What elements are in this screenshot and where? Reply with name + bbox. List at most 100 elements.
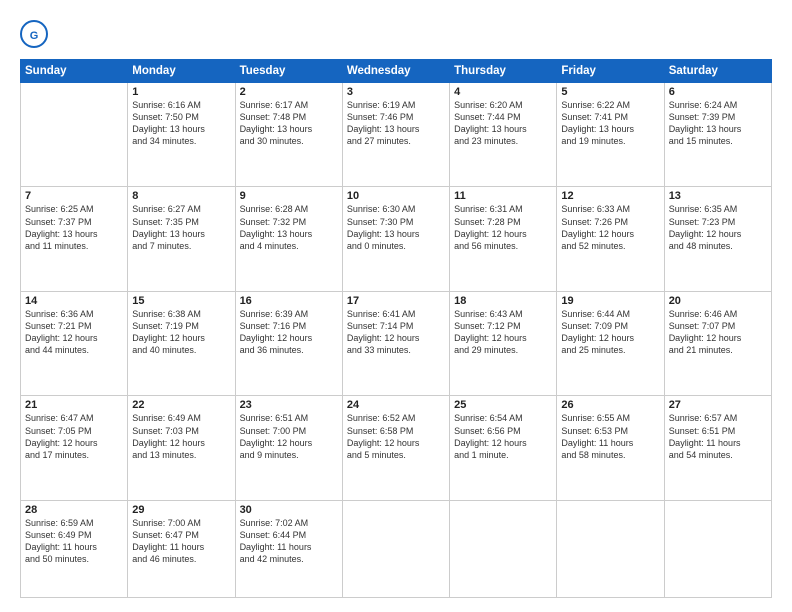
day-number: 5 [561, 86, 659, 98]
calendar-cell: 5Sunrise: 6:22 AM Sunset: 7:41 PM Daylig… [557, 83, 664, 187]
weekday-header-sunday: Sunday [21, 60, 128, 83]
cell-info: Sunrise: 6:47 AM Sunset: 7:05 PM Dayligh… [25, 412, 123, 461]
calendar-cell: 21Sunrise: 6:47 AM Sunset: 7:05 PM Dayli… [21, 396, 128, 500]
day-number: 3 [347, 86, 445, 98]
calendar-cell: 16Sunrise: 6:39 AM Sunset: 7:16 PM Dayli… [235, 291, 342, 395]
cell-info: Sunrise: 6:43 AM Sunset: 7:12 PM Dayligh… [454, 308, 552, 357]
svg-text:G: G [30, 30, 39, 42]
logo: G [20, 20, 50, 53]
cell-info: Sunrise: 6:51 AM Sunset: 7:00 PM Dayligh… [240, 412, 338, 461]
day-number: 10 [347, 190, 445, 202]
weekday-header-thursday: Thursday [450, 60, 557, 83]
cell-info: Sunrise: 6:57 AM Sunset: 6:51 PM Dayligh… [669, 412, 767, 461]
day-number: 7 [25, 190, 123, 202]
calendar-cell: 19Sunrise: 6:44 AM Sunset: 7:09 PM Dayli… [557, 291, 664, 395]
cell-info: Sunrise: 6:35 AM Sunset: 7:23 PM Dayligh… [669, 203, 767, 252]
day-number: 27 [669, 399, 767, 411]
calendar-cell: 2Sunrise: 6:17 AM Sunset: 7:48 PM Daylig… [235, 83, 342, 187]
day-number: 11 [454, 190, 552, 202]
calendar-cell: 17Sunrise: 6:41 AM Sunset: 7:14 PM Dayli… [342, 291, 449, 395]
cell-info: Sunrise: 6:30 AM Sunset: 7:30 PM Dayligh… [347, 203, 445, 252]
day-number: 12 [561, 190, 659, 202]
cell-info: Sunrise: 6:39 AM Sunset: 7:16 PM Dayligh… [240, 308, 338, 357]
cell-info: Sunrise: 6:20 AM Sunset: 7:44 PM Dayligh… [454, 99, 552, 148]
calendar-header-row: SundayMondayTuesdayWednesdayThursdayFrid… [21, 60, 772, 83]
cell-info: Sunrise: 6:36 AM Sunset: 7:21 PM Dayligh… [25, 308, 123, 357]
calendar-cell: 18Sunrise: 6:43 AM Sunset: 7:12 PM Dayli… [450, 291, 557, 395]
calendar-week-row: 1Sunrise: 6:16 AM Sunset: 7:50 PM Daylig… [21, 83, 772, 187]
calendar-cell: 14Sunrise: 6:36 AM Sunset: 7:21 PM Dayli… [21, 291, 128, 395]
day-number: 8 [132, 190, 230, 202]
calendar-cell: 15Sunrise: 6:38 AM Sunset: 7:19 PM Dayli… [128, 291, 235, 395]
calendar-week-row: 28Sunrise: 6:59 AM Sunset: 6:49 PM Dayli… [21, 500, 772, 597]
calendar-cell: 1Sunrise: 6:16 AM Sunset: 7:50 PM Daylig… [128, 83, 235, 187]
cell-info: Sunrise: 7:00 AM Sunset: 6:47 PM Dayligh… [132, 517, 230, 566]
day-number: 13 [669, 190, 767, 202]
calendar-week-row: 21Sunrise: 6:47 AM Sunset: 7:05 PM Dayli… [21, 396, 772, 500]
calendar-week-row: 14Sunrise: 6:36 AM Sunset: 7:21 PM Dayli… [21, 291, 772, 395]
logo-graphic: G [20, 20, 48, 53]
day-number: 28 [25, 504, 123, 516]
calendar-cell: 29Sunrise: 7:00 AM Sunset: 6:47 PM Dayli… [128, 500, 235, 597]
calendar-cell: 10Sunrise: 6:30 AM Sunset: 7:30 PM Dayli… [342, 187, 449, 291]
calendar-table: SundayMondayTuesdayWednesdayThursdayFrid… [20, 59, 772, 598]
day-number: 29 [132, 504, 230, 516]
day-number: 26 [561, 399, 659, 411]
cell-info: Sunrise: 6:44 AM Sunset: 7:09 PM Dayligh… [561, 308, 659, 357]
cell-info: Sunrise: 6:52 AM Sunset: 6:58 PM Dayligh… [347, 412, 445, 461]
calendar-cell: 24Sunrise: 6:52 AM Sunset: 6:58 PM Dayli… [342, 396, 449, 500]
day-number: 1 [132, 86, 230, 98]
cell-info: Sunrise: 6:24 AM Sunset: 7:39 PM Dayligh… [669, 99, 767, 148]
cell-info: Sunrise: 6:49 AM Sunset: 7:03 PM Dayligh… [132, 412, 230, 461]
calendar-cell: 12Sunrise: 6:33 AM Sunset: 7:26 PM Dayli… [557, 187, 664, 291]
calendar-cell: 22Sunrise: 6:49 AM Sunset: 7:03 PM Dayli… [128, 396, 235, 500]
calendar-cell [664, 500, 771, 597]
calendar-cell [21, 83, 128, 187]
cell-info: Sunrise: 6:46 AM Sunset: 7:07 PM Dayligh… [669, 308, 767, 357]
calendar-cell [450, 500, 557, 597]
day-number: 25 [454, 399, 552, 411]
day-number: 24 [347, 399, 445, 411]
calendar-cell: 11Sunrise: 6:31 AM Sunset: 7:28 PM Dayli… [450, 187, 557, 291]
day-number: 2 [240, 86, 338, 98]
page: G SundayMondayTuesdayWednesdayThursdayFr… [0, 0, 792, 612]
calendar-week-row: 7Sunrise: 6:25 AM Sunset: 7:37 PM Daylig… [21, 187, 772, 291]
cell-info: Sunrise: 7:02 AM Sunset: 6:44 PM Dayligh… [240, 517, 338, 566]
cell-info: Sunrise: 6:17 AM Sunset: 7:48 PM Dayligh… [240, 99, 338, 148]
cell-info: Sunrise: 6:28 AM Sunset: 7:32 PM Dayligh… [240, 203, 338, 252]
calendar-cell: 20Sunrise: 6:46 AM Sunset: 7:07 PM Dayli… [664, 291, 771, 395]
calendar-cell: 3Sunrise: 6:19 AM Sunset: 7:46 PM Daylig… [342, 83, 449, 187]
day-number: 20 [669, 295, 767, 307]
header: G [20, 18, 772, 53]
day-number: 18 [454, 295, 552, 307]
calendar-cell: 6Sunrise: 6:24 AM Sunset: 7:39 PM Daylig… [664, 83, 771, 187]
weekday-header-tuesday: Tuesday [235, 60, 342, 83]
day-number: 4 [454, 86, 552, 98]
cell-info: Sunrise: 6:19 AM Sunset: 7:46 PM Dayligh… [347, 99, 445, 148]
cell-info: Sunrise: 6:55 AM Sunset: 6:53 PM Dayligh… [561, 412, 659, 461]
calendar-cell: 23Sunrise: 6:51 AM Sunset: 7:00 PM Dayli… [235, 396, 342, 500]
day-number: 14 [25, 295, 123, 307]
cell-info: Sunrise: 6:31 AM Sunset: 7:28 PM Dayligh… [454, 203, 552, 252]
cell-info: Sunrise: 6:22 AM Sunset: 7:41 PM Dayligh… [561, 99, 659, 148]
calendar-cell: 30Sunrise: 7:02 AM Sunset: 6:44 PM Dayli… [235, 500, 342, 597]
cell-info: Sunrise: 6:25 AM Sunset: 7:37 PM Dayligh… [25, 203, 123, 252]
weekday-header-monday: Monday [128, 60, 235, 83]
cell-info: Sunrise: 6:16 AM Sunset: 7:50 PM Dayligh… [132, 99, 230, 148]
day-number: 17 [347, 295, 445, 307]
weekday-header-wednesday: Wednesday [342, 60, 449, 83]
cell-info: Sunrise: 6:33 AM Sunset: 7:26 PM Dayligh… [561, 203, 659, 252]
day-number: 9 [240, 190, 338, 202]
calendar-cell: 27Sunrise: 6:57 AM Sunset: 6:51 PM Dayli… [664, 396, 771, 500]
calendar-cell: 25Sunrise: 6:54 AM Sunset: 6:56 PM Dayli… [450, 396, 557, 500]
calendar-cell: 4Sunrise: 6:20 AM Sunset: 7:44 PM Daylig… [450, 83, 557, 187]
weekday-header-friday: Friday [557, 60, 664, 83]
cell-info: Sunrise: 6:41 AM Sunset: 7:14 PM Dayligh… [347, 308, 445, 357]
calendar-cell: 13Sunrise: 6:35 AM Sunset: 7:23 PM Dayli… [664, 187, 771, 291]
weekday-header-saturday: Saturday [664, 60, 771, 83]
calendar-cell: 8Sunrise: 6:27 AM Sunset: 7:35 PM Daylig… [128, 187, 235, 291]
cell-info: Sunrise: 6:27 AM Sunset: 7:35 PM Dayligh… [132, 203, 230, 252]
calendar-cell: 28Sunrise: 6:59 AM Sunset: 6:49 PM Dayli… [21, 500, 128, 597]
day-number: 23 [240, 399, 338, 411]
day-number: 22 [132, 399, 230, 411]
